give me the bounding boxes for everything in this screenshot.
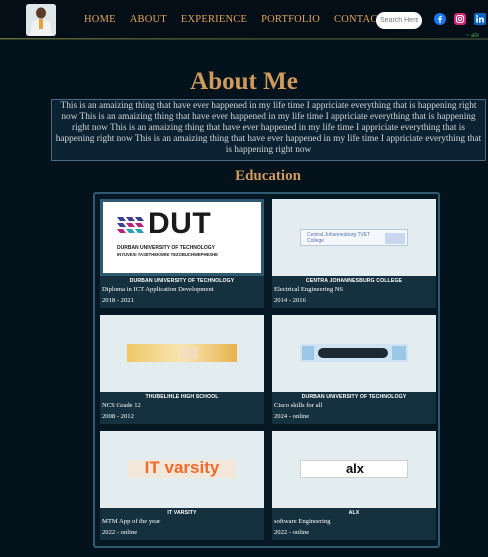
dut-logo-subtitle-zulu: INYUVESI YASETHEKWINI YEZOBUCHWEPHESHE xyxy=(117,252,218,257)
nav-experience[interactable]: EXPERIENCE xyxy=(181,14,247,25)
it-varsity-logo-text: IT varsity xyxy=(144,460,220,477)
dut-logo-image: DUT DURBAN UNIVERSITY OF TECHNOLOGY INYU… xyxy=(100,199,264,276)
linkedin-icon[interactable] xyxy=(474,13,486,25)
course-years: 2022 - online xyxy=(274,529,310,536)
navbar-divider xyxy=(0,38,488,39)
school-name: THUBELIHLE HIGH SCHOOL xyxy=(145,394,219,400)
education-card[interactable]: DUT DURBAN UNIVERSITY OF TECHNOLOGY INYU… xyxy=(100,199,264,308)
education-card[interactable]: IT varsity IT VARSITY MTM App of the yea… xyxy=(100,431,264,540)
course-name: Diploma in ICT Application Development xyxy=(102,286,214,293)
education-panel: DUT DURBAN UNIVERSITY OF TECHNOLOGY INYU… xyxy=(93,192,440,548)
it-varsity-logo-image: IT varsity xyxy=(100,431,264,508)
nav-home[interactable]: HOME xyxy=(84,14,116,25)
main-nav: HOME ABOUT EXPERIENCE PORTFOLIO CONTACT xyxy=(84,14,398,25)
school-name: IT VARSITY xyxy=(167,510,197,516)
about-title: About Me xyxy=(190,68,298,95)
dut-logo-text: DUT xyxy=(148,207,212,240)
course-name: NCS Grade 12 xyxy=(102,402,141,409)
search-input[interactable] xyxy=(376,12,422,29)
course-years: 2024 - online xyxy=(274,413,310,420)
course-name: MTM App of the year xyxy=(102,518,161,525)
avatar[interactable] xyxy=(26,4,56,36)
cjc-logo-text: Central Johannesburg TVET College xyxy=(307,232,371,244)
alx-logo-image: alx xyxy=(272,431,436,508)
dut-logo-subtitle: DURBAN UNIVERSITY OF TECHNOLOGY xyxy=(117,245,215,251)
course-years: 2008 - 2012 xyxy=(102,413,134,420)
top-navbar: HOME ABOUT EXPERIENCE PORTFOLIO CONTACT … xyxy=(0,0,488,40)
facebook-icon[interactable] xyxy=(434,13,446,25)
nav-portfolio[interactable]: PORTFOLIO xyxy=(261,14,320,25)
cisco-image xyxy=(272,315,436,392)
course-years: 2018 - 2021 xyxy=(102,297,134,304)
cjc-logo-image: Central Johannesburg TVET College xyxy=(272,199,436,276)
school-name: DURBAN UNIVERSITY OF TECHNOLOGY xyxy=(301,394,407,400)
school-name: DURBAN UNIVERSITY OF TECHNOLOGY xyxy=(129,278,235,284)
about-text: This is an amaizing thing that have ever… xyxy=(51,99,486,161)
education-card[interactable]: Central Johannesburg TVET College CENTRA… xyxy=(272,199,436,308)
education-card[interactable]: THUBELIHLE HIGH SCHOOL NCS Grade 12 2008… xyxy=(100,315,264,424)
school-name: ALX xyxy=(348,510,360,516)
course-years: 2022 - online xyxy=(102,529,138,536)
school-name: CENTRA JOHANNESBURG COLLEGE xyxy=(305,278,403,284)
school-photo-image xyxy=(100,315,264,392)
course-name: Cisco skills for all xyxy=(274,402,323,409)
course-name: Electrical Engineering N6 xyxy=(274,286,343,293)
education-card[interactable]: DURBAN UNIVERSITY OF TECHNOLOGY Cisco sk… xyxy=(272,315,436,424)
course-name: software Engineering xyxy=(274,518,331,525)
instagram-icon[interactable] xyxy=(454,13,466,25)
nav-about[interactable]: ABOUT xyxy=(130,14,167,25)
course-years: 2014 - 2016 xyxy=(274,297,306,304)
alx-logo-text: alx xyxy=(345,461,365,476)
education-card[interactable]: alx ALX software Engineering 2022 - onli… xyxy=(272,431,436,540)
education-title: Education xyxy=(235,168,301,184)
